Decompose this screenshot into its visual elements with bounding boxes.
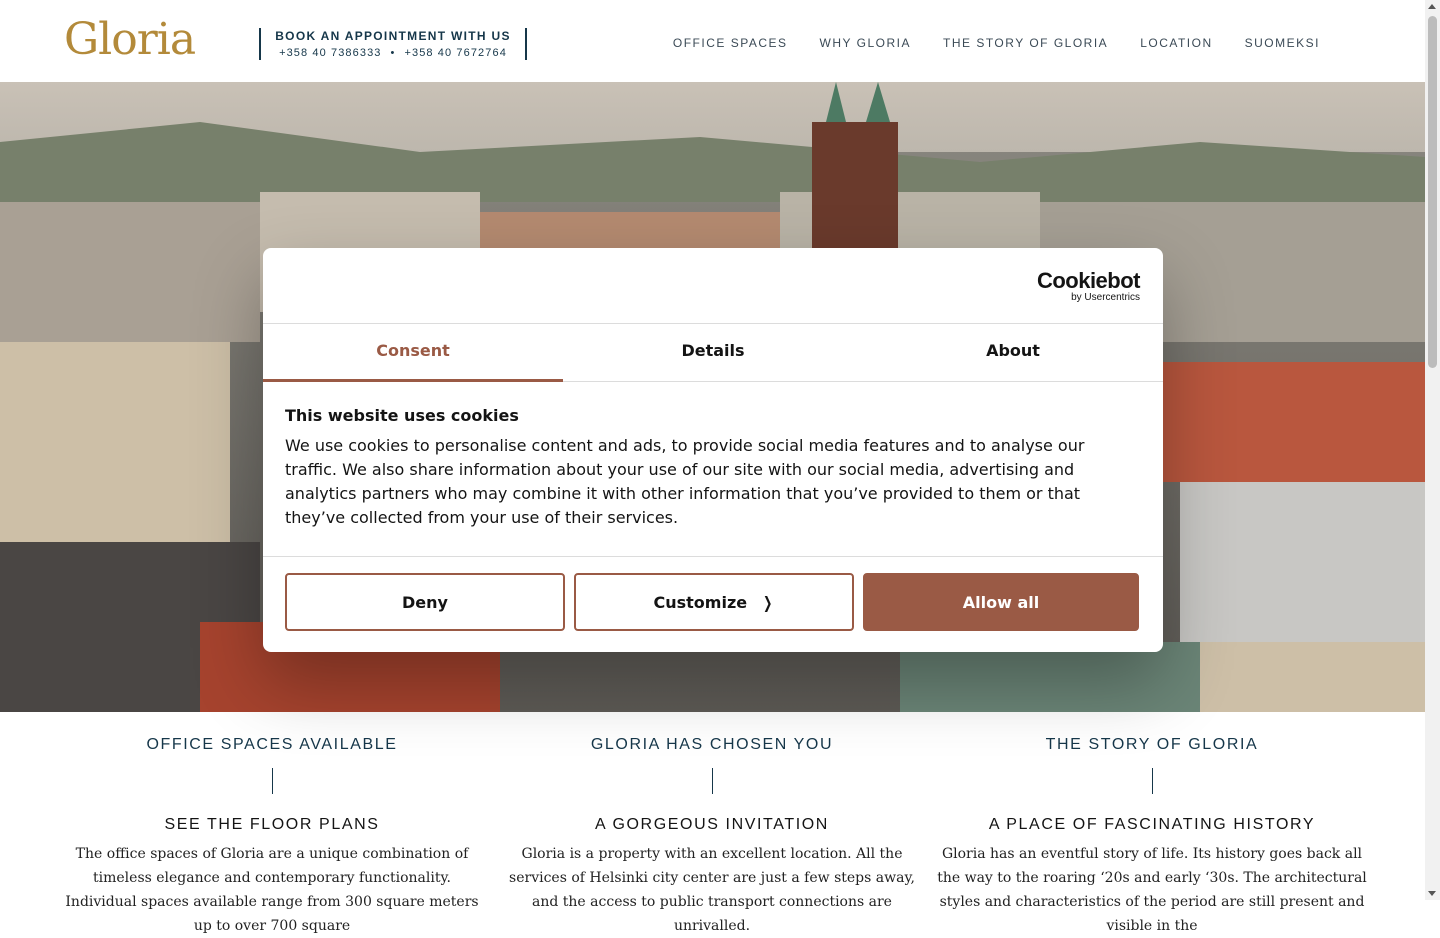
main-nav: OFFICE SPACES WHY GLORIA THE STORY OF GL… [673,36,1320,50]
section-story: THE STORY OF GLORIA A PLACE OF FASCINATI… [932,712,1372,938]
divider-line [711,768,713,794]
cookie-actions: Deny Customize ❯ Allow all [263,557,1163,647]
cookiebot-brand-sub: by Usercentrics [1071,292,1140,303]
section-subtitle[interactable]: A PLACE OF FASCINATING HISTORY [932,816,1372,834]
allow-all-label: Allow all [962,592,1040,612]
appointment-box: BOOK AN APPOINTMENT WITH US +358 40 7386… [259,28,527,60]
deny-button[interactable]: Deny [285,573,565,631]
phone-separator: • [390,47,396,59]
tab-about[interactable]: About [863,324,1163,381]
section-title[interactable]: OFFICE SPACES AVAILABLE [52,736,492,754]
appointment-phones: +358 40 7386333 • +358 40 7672764 [261,46,525,60]
feature-sections: OFFICE SPACES AVAILABLE SEE THE FLOOR PL… [0,712,1425,934]
nav-location[interactable]: LOCATION [1140,36,1212,50]
nav-office-spaces[interactable]: OFFICE SPACES [673,36,788,50]
scroll-down-arrow-icon[interactable] [1428,891,1436,896]
scroll-thumb[interactable] [1428,16,1437,368]
section-title[interactable]: GLORIA HAS CHOSEN YOU [492,736,932,754]
section-text: Gloria is a property with an excellent l… [509,846,915,934]
cookiebot-logo[interactable]: Cookiebot by Usercentrics [1036,268,1141,303]
cookie-dialog-header: Cookiebot by Usercentrics [263,248,1163,324]
section-title[interactable]: THE STORY OF GLORIA [932,736,1372,754]
section-subtitle[interactable]: SEE THE FLOOR PLANS [52,816,492,834]
cookie-description: We use cookies to personalise content an… [285,436,1085,527]
tab-consent[interactable]: Consent [263,324,563,382]
allow-all-button[interactable]: Allow all [863,573,1139,631]
cookie-dialog-body: This website uses cookies We use cookies… [263,382,1163,557]
tab-details[interactable]: Details [563,324,863,381]
section-why-gloria: GLORIA HAS CHOSEN YOU A GORGEOUS INVITAT… [492,712,932,938]
site-header: Gloria BOOK AN APPOINTMENT WITH US +358 … [0,0,1425,82]
phone-link-1[interactable]: +358 40 7386333 [279,47,381,59]
deny-label: Deny [402,592,448,612]
section-text: The office spaces of Gloria are a unique… [65,846,479,934]
section-text: Gloria has an eventful story of life. It… [937,846,1367,934]
nav-story-of-gloria[interactable]: THE STORY OF GLORIA [943,36,1108,50]
cookiebot-brand: Cookiebot [1036,268,1141,293]
scroll-up-arrow-icon[interactable] [1428,4,1436,9]
phone-link-2[interactable]: +358 40 7672764 [404,47,506,59]
nav-suomeksi[interactable]: SUOMEKSI [1245,36,1320,50]
chevron-right-icon: ❯ [763,592,773,612]
nav-why-gloria[interactable]: WHY GLORIA [820,36,911,50]
divider-line [271,768,273,794]
section-subtitle[interactable]: A GORGEOUS INVITATION [492,816,932,834]
cookie-heading: This website uses cookies [285,406,519,425]
cookie-tabs: Consent Details About [263,324,1163,382]
customize-button[interactable]: Customize ❯ [574,573,854,631]
cookie-consent-dialog: Cookiebot by Usercentrics Consent Detail… [263,248,1163,652]
divider-line [1151,768,1153,794]
section-office-spaces: OFFICE SPACES AVAILABLE SEE THE FLOOR PL… [52,712,492,938]
appointment-title: BOOK AN APPOINTMENT WITH US [275,29,511,43]
page-scrollbar[interactable] [1425,0,1440,900]
customize-label: Customize [653,592,748,612]
gloria-logo[interactable]: Gloria [64,12,196,68]
